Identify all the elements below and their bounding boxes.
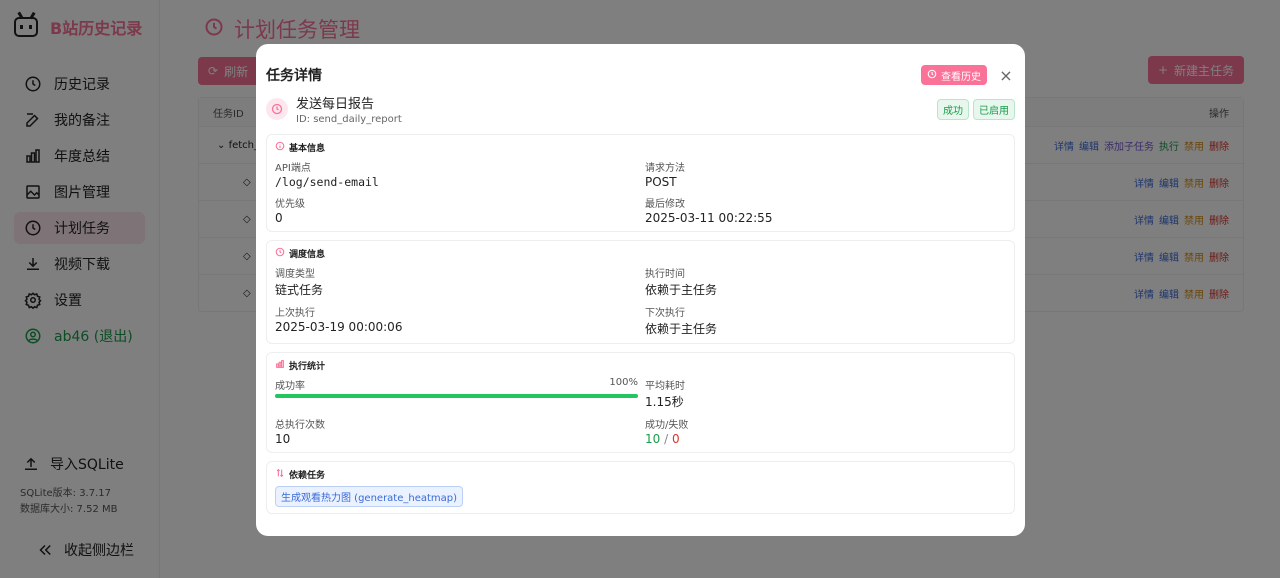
success-rate-field: 成功率 100% [275, 377, 645, 410]
schedule-type-field: 调度类型 链式任务 [275, 265, 645, 298]
last-run-value: 2025-03-19 00:00:06 [275, 320, 403, 334]
modal-header-actions: 查看历史 × [921, 65, 1015, 85]
fail-count: 0 [671, 432, 680, 446]
exec-time-value: 依赖于主任务 [645, 283, 718, 297]
execution-stats-card: 执行统计 成功率 100% 平均耗时 1.15秒 总执行次数 10 成功/失败 … [266, 352, 1015, 453]
last-modified-value: 2025-03-11 00:22:55 [645, 211, 773, 225]
basic-info-card: 基本信息 API端点 /log/send-email 请求方法 POST 优先级… [266, 134, 1015, 232]
priority-field: 优先级 0 [275, 195, 645, 225]
stats-grid: 成功率 100% 平均耗时 1.15秒 总执行次数 10 成功/失败 10 / [275, 377, 1006, 446]
total-runs-field: 总执行次数 10 [275, 416, 645, 446]
dependency-chip[interactable]: 生成观看热力图 (generate_heatmap) [275, 486, 464, 507]
request-method-value: POST [645, 175, 677, 189]
modal-title: 任务详情 [266, 68, 322, 84]
request-method-field: 请求方法 POST [645, 159, 1005, 189]
success-fail-field: 成功/失败 10 / 0 [645, 416, 1005, 446]
task-name: 发送每日报告 [296, 97, 375, 112]
card-title: 依赖任务 [275, 468, 1006, 481]
priority-value: 0 [275, 211, 283, 225]
bar-chart-icon [275, 359, 285, 372]
success-rate-fill [275, 394, 638, 398]
basic-info-grid: API端点 /log/send-email 请求方法 POST 优先级 0 最后… [275, 159, 1006, 225]
task-identity: 发送每日报告 ID: send_daily_report [266, 93, 402, 125]
view-history-button[interactable]: 查看历史 [921, 65, 987, 85]
task-detail-modal: 任务详情 查看历史 × 发送每日报告 ID: send_daily_report… [256, 44, 1025, 536]
success-fail-value: 10 / 0 [645, 432, 680, 446]
task-id: ID: send_daily_report [296, 114, 402, 125]
last-run-field: 上次执行 2025-03-19 00:00:06 [275, 304, 645, 337]
card-title: 基本信息 [275, 141, 1006, 154]
close-icon[interactable]: × [997, 66, 1015, 85]
schedule-type-value: 链式任务 [275, 283, 324, 297]
api-endpoint-field: API端点 /log/send-email [275, 159, 645, 189]
api-endpoint-value: /log/send-email [275, 175, 379, 189]
success-count: 10 [645, 432, 661, 446]
clock-icon [266, 98, 288, 120]
task-badges: 成功 已启用 [937, 98, 1015, 120]
avg-duration-value: 1.15秒 [645, 395, 684, 409]
status-badge: 成功 [937, 98, 969, 120]
info-icon [275, 141, 285, 154]
clock-icon [927, 69, 937, 82]
schedule-info-grid: 调度类型 链式任务 执行时间 依赖于主任务 上次执行 2025-03-19 00… [275, 265, 1006, 337]
avg-duration-field: 平均耗时 1.15秒 [645, 377, 1005, 410]
clock-icon [275, 247, 285, 260]
last-modified-field: 最后修改 2025-03-11 00:22:55 [645, 195, 1005, 225]
dependency-card: 依赖任务 生成观看热力图 (generate_heatmap) [266, 461, 1015, 514]
exec-time-field: 执行时间 依赖于主任务 [645, 265, 1005, 298]
total-runs-value: 10 [275, 432, 291, 446]
success-rate-bar [275, 394, 638, 398]
card-title: 执行统计 [275, 359, 1006, 372]
next-run-value: 依赖于主任务 [645, 322, 718, 336]
view-history-label: 查看历史 [941, 71, 981, 83]
enabled-badge: 已启用 [973, 98, 1015, 120]
dependency-list: 生成观看热力图 (generate_heatmap) [275, 480, 1006, 507]
success-rate-text: 100% [609, 377, 638, 388]
card-title: 调度信息 [275, 247, 1006, 260]
schedule-info-card: 调度信息 调度类型 链式任务 执行时间 依赖于主任务 上次执行 2025-03-… [266, 240, 1015, 344]
task-summary: 发送每日报告 ID: send_daily_report 成功 已启用 [266, 92, 1015, 126]
swap-arrows-icon [275, 468, 285, 481]
task-name-block: 发送每日报告 ID: send_daily_report [296, 93, 402, 125]
next-run-field: 下次执行 依赖于主任务 [645, 304, 1005, 337]
